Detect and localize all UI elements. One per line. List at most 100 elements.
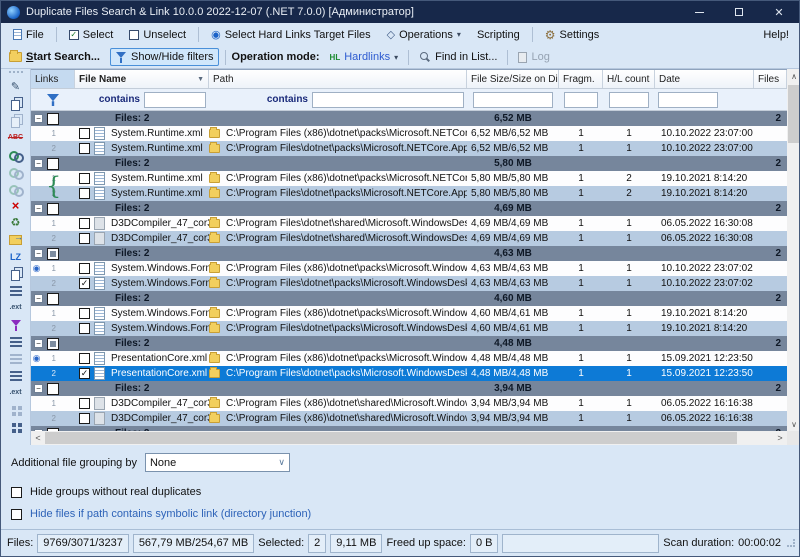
file-row[interactable]: 1D3DCompiler_47_cor3.dllC:\Program Files… xyxy=(31,216,787,231)
menu-select[interactable]: ✓ Select xyxy=(63,27,120,43)
collapse-icon[interactable]: − xyxy=(34,429,43,431)
group-header-row[interactable]: −Files: 24,60 MB2 xyxy=(31,291,787,306)
vertical-scroll-track[interactable] xyxy=(787,83,800,417)
group-header-row[interactable]: −Files: 25,80 MB2 xyxy=(31,156,787,171)
scroll-left-icon[interactable]: < xyxy=(31,431,45,445)
file-checkbox[interactable] xyxy=(79,188,90,199)
group-checkbox[interactable] xyxy=(47,293,59,305)
group-checkbox[interactable] xyxy=(47,383,59,395)
file-checkbox[interactable] xyxy=(79,323,90,334)
column-header-fragm[interactable]: Fragm. xyxy=(559,70,603,88)
compress-lz-button[interactable]: LZ xyxy=(5,248,27,265)
vertical-scrollbar[interactable]: ∧ ∨ xyxy=(787,69,800,445)
file-row[interactable]: 1System.Windows.Forms.xmlC:\Program File… xyxy=(31,306,787,321)
group-header-row[interactable]: −Files: 23,94 MB2 xyxy=(31,381,787,396)
column-header-path[interactable]: Path xyxy=(209,70,467,88)
delete-files-button[interactable]: × xyxy=(5,197,27,214)
menu-help[interactable]: Help! xyxy=(759,27,793,43)
column-header-links[interactable]: Links xyxy=(31,70,75,88)
grid-view-disabled-button[interactable] xyxy=(5,401,27,418)
stamp-select-button[interactable]: ✎ xyxy=(5,78,27,95)
export-list-button[interactable] xyxy=(5,282,27,299)
file-row[interactable]: 2System.Runtime.xmlC:\Program Files\dotn… xyxy=(31,141,787,156)
scroll-down-icon[interactable]: ∨ xyxy=(787,417,800,431)
start-search-button[interactable]: Start Search... xyxy=(5,49,104,65)
collapse-icon[interactable]: − xyxy=(34,249,43,258)
filter-selected-button[interactable] xyxy=(5,316,27,333)
minimize-button[interactable] xyxy=(679,1,719,23)
group-checkbox[interactable] xyxy=(47,338,59,350)
column-header-date[interactable]: Date xyxy=(655,70,754,88)
collapse-icon[interactable]: − xyxy=(34,159,43,168)
list-view-disabled-button[interactable] xyxy=(5,350,27,367)
file-row[interactable]: 2System.Windows.Forms.xmlC:\Program File… xyxy=(31,321,787,336)
filter-date-input[interactable] xyxy=(658,92,718,108)
operation-mode-dropdown[interactable]: HL Hardlinks ▾ xyxy=(326,49,403,65)
file-checkbox[interactable] xyxy=(79,263,90,274)
group-checkbox[interactable] xyxy=(47,203,59,215)
menu-scripting[interactable]: Scripting xyxy=(471,27,526,43)
create-symlinks-button[interactable] xyxy=(5,163,27,180)
copy-list-menu-button[interactable] xyxy=(5,265,27,282)
exclude-mask-button[interactable]: ABC xyxy=(5,129,27,146)
menu-operations[interactable]: ◇ Operations ▾ xyxy=(381,26,467,43)
group-checkbox[interactable] xyxy=(47,113,59,125)
column-header-files[interactable]: Files xyxy=(754,70,787,88)
file-checkbox[interactable] xyxy=(79,278,90,289)
file-row[interactable]: 2System.Runtime.xmlC:\Program Files\dotn… xyxy=(31,186,787,201)
group-header-row[interactable]: −Files: 24,69 MB2 xyxy=(31,201,787,216)
list-columns-button[interactable] xyxy=(5,367,27,384)
ext-filter-button[interactable]: .ext xyxy=(5,299,27,316)
column-header-file-name[interactable]: File Name ▼ xyxy=(75,70,209,88)
file-row[interactable]: ◉1System.Windows.Forms.xmlC:\Program Fil… xyxy=(31,261,787,276)
file-row[interactable]: 1System.Runtime.xmlC:\Program Files (x86… xyxy=(31,126,787,141)
find-in-list-button[interactable]: Find in List... xyxy=(415,49,501,65)
collapse-icon[interactable]: − xyxy=(34,204,43,213)
file-row[interactable]: ◉1PresentationCore.xmlC:\Program Files (… xyxy=(31,351,787,366)
maximize-button[interactable] xyxy=(719,1,759,23)
file-row[interactable]: 2System.Windows.Forms.xmlC:\Program File… xyxy=(31,276,787,291)
file-checkbox[interactable] xyxy=(79,368,90,379)
menu-file[interactable]: File xyxy=(7,27,50,43)
create-junctions-button[interactable] xyxy=(5,180,27,197)
filter-fragm-input[interactable] xyxy=(564,92,598,108)
scroll-up-icon[interactable]: ∧ xyxy=(787,69,800,83)
move-files-button[interactable] xyxy=(5,231,27,248)
file-row[interactable]: 2PresentationCore.xmlC:\Program Files\do… xyxy=(31,366,787,381)
file-checkbox[interactable] xyxy=(79,413,90,424)
collapse-icon[interactable]: − xyxy=(34,114,43,123)
vertical-scroll-thumb[interactable] xyxy=(788,85,800,143)
column-header-hl-count[interactable]: H/L count xyxy=(603,70,655,88)
filter-size-input[interactable] xyxy=(473,92,553,108)
group-checkbox[interactable] xyxy=(47,158,59,170)
resize-grip[interactable] xyxy=(787,539,795,547)
hide-symlink-paths-checkbox[interactable] xyxy=(11,509,22,520)
group-header-row[interactable]: −Files: 24,63 MB2 xyxy=(31,246,787,261)
group-header-row[interactable]: −Files: 26,52 MB2 xyxy=(31,111,787,126)
collapse-icon[interactable]: − xyxy=(34,384,43,393)
menu-settings[interactable]: ⚙ Settings xyxy=(539,26,606,44)
copy-selection-button[interactable] xyxy=(5,95,27,112)
file-row[interactable]: 1D3DCompiler_47_cor3.dllC:\Program Files… xyxy=(31,396,787,411)
file-checkbox[interactable] xyxy=(79,308,90,319)
file-checkbox[interactable] xyxy=(79,173,90,184)
hide-groups-checkbox[interactable] xyxy=(11,487,22,498)
file-checkbox[interactable] xyxy=(79,233,90,244)
horizontal-scroll-track[interactable] xyxy=(45,431,773,445)
file-row[interactable]: 2D3DCompiler_47_cor3.dllC:\Program Files… xyxy=(31,411,787,426)
group-checkbox[interactable] xyxy=(47,248,59,260)
create-hardlinks-button[interactable] xyxy=(5,146,27,163)
file-checkbox[interactable] xyxy=(79,128,90,139)
grouping-select[interactable]: None ∨ xyxy=(145,453,290,472)
menu-select-hardlink-targets[interactable]: ◉ Select Hard Links Target Files xyxy=(205,26,377,43)
file-row[interactable]: 1{System.Runtime.xmlC:\Program Files (x8… xyxy=(31,171,787,186)
scroll-right-icon[interactable]: > xyxy=(773,431,787,445)
list-view-button[interactable] xyxy=(5,333,27,350)
horizontal-scrollbar[interactable]: < > xyxy=(31,431,787,445)
column-header-size[interactable]: File Size/Size on Disk xyxy=(467,70,559,88)
file-checkbox[interactable] xyxy=(79,143,90,154)
ext-columns-button[interactable]: .ext xyxy=(5,384,27,401)
copy-selection-disabled-button[interactable] xyxy=(5,112,27,129)
filter-name-input[interactable] xyxy=(144,92,206,108)
file-row[interactable]: 2D3DCompiler_47_cor3.dllC:\Program Files… xyxy=(31,231,787,246)
